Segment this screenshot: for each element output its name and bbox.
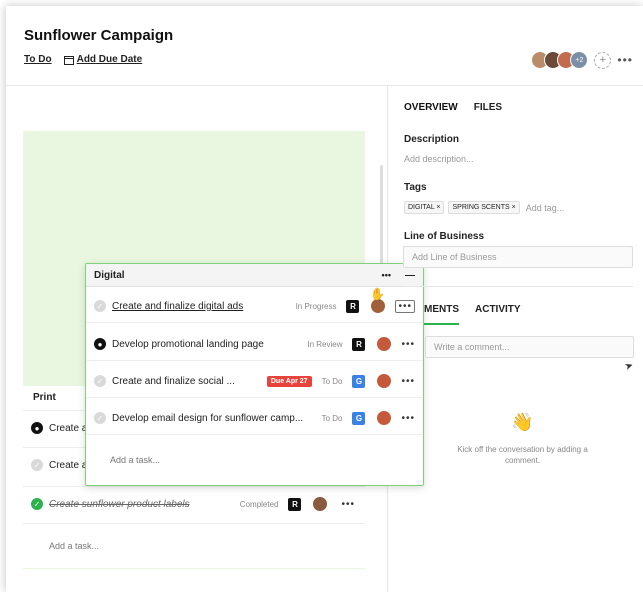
waving-hand-icon: 👋: [511, 412, 534, 432]
add-tag-input[interactable]: Add tag...: [526, 203, 565, 213]
status-text: To Do: [321, 376, 343, 386]
status-text: In Review: [307, 339, 343, 349]
extra-members-badge: +2: [570, 51, 589, 69]
description-label: Description: [404, 134, 460, 145]
row-more-button[interactable]: •••: [395, 299, 415, 313]
task-label: Create a: [49, 422, 88, 434]
description-input[interactable]: Add description...: [404, 154, 474, 164]
avatar: [313, 497, 328, 511]
task-label: Create and finalize social ...: [112, 375, 235, 387]
tag-spring-scents[interactable]: SPRING SCENTS ×: [448, 201, 520, 214]
add-member-button[interactable]: +: [594, 51, 612, 69]
status-text: Completed: [239, 499, 279, 509]
check-icon[interactable]: ✓: [31, 498, 43, 510]
check-icon[interactable]: ✓: [94, 412, 106, 424]
app-icon: G: [352, 374, 366, 388]
table-row[interactable]: ✓ Create sunflower product labels Comple…: [23, 486, 365, 521]
tab-overview[interactable]: OVERVIEW: [404, 102, 458, 113]
member-avatars[interactable]: +2: [531, 51, 589, 69]
column-more-button[interactable]: •••: [382, 270, 391, 280]
check-icon[interactable]: ✓: [94, 375, 106, 387]
task-label: Develop email design for sunflower camp.…: [112, 412, 304, 424]
table-row[interactable]: ✓ Create and finalize social ... Due Apr…: [86, 365, 423, 398]
avatar: [377, 411, 392, 425]
add-task-row[interactable]: Add a task...: [23, 523, 365, 568]
add-task-input[interactable]: Add a task...: [49, 541, 99, 551]
more-options-button[interactable]: •••: [617, 53, 633, 67]
lob-label: Line of Business: [404, 231, 485, 242]
header-divider: [6, 85, 643, 86]
row-more-button[interactable]: •••: [341, 499, 355, 510]
minimize-button[interactable]: —: [405, 270, 415, 281]
avatar: [377, 337, 392, 351]
avatar: [377, 374, 392, 388]
table-row[interactable]: ✓ Develop email design for sunflower cam…: [86, 402, 423, 435]
task-label: Develop promotional landing page: [112, 338, 264, 350]
row-more-button[interactable]: •••: [401, 413, 415, 424]
avatar: [371, 299, 386, 313]
status-link[interactable]: To Do: [24, 54, 52, 65]
app-icon: R: [352, 337, 366, 351]
tag-digital[interactable]: DIGITAL ×: [404, 201, 445, 214]
add-task-row[interactable]: Add a task...: [86, 440, 423, 480]
status-text: To Do: [321, 413, 343, 423]
tab-activity[interactable]: ACTIVITY: [475, 304, 521, 325]
tab-comments[interactable]: MENTS: [424, 304, 459, 325]
due-date-label: Add Due Date: [76, 54, 143, 65]
add-task-input[interactable]: Add a task...: [110, 455, 160, 465]
table-row[interactable]: ● Develop promotional landing page In Re…: [86, 328, 423, 361]
task-label[interactable]: Create and finalize digital ads: [112, 301, 296, 312]
column-title: Digital: [94, 269, 125, 281]
column-title: Print: [33, 392, 56, 403]
lob-input[interactable]: Add Line of Business: [403, 246, 633, 268]
comment-tabs: MENTS ACTIVITY: [424, 304, 521, 325]
comment-input[interactable]: Write a comment...: [425, 336, 634, 358]
panel-tabs: OVERVIEW FILES: [404, 102, 502, 113]
header-actions: +2 + •••: [531, 51, 633, 69]
app-icon: G: [352, 411, 366, 425]
check-icon[interactable]: ✓: [31, 459, 43, 471]
lock-icon[interactable]: ●: [31, 422, 43, 434]
panel-divider-line: [403, 286, 633, 287]
empty-comments-text: Kick off the conversation by adding a co…: [457, 445, 588, 465]
due-date-button[interactable]: Add Due Date: [63, 54, 143, 65]
check-icon[interactable]: ✓: [94, 300, 106, 312]
tab-files[interactable]: FILES: [474, 102, 502, 113]
hand-cursor-icon: ✋: [370, 287, 385, 301]
task-label: Create a: [49, 459, 88, 471]
task-meta: To Do Add Due Date: [24, 54, 142, 65]
tags-list: DIGITAL × SPRING SCENTS × Add tag...: [404, 201, 564, 214]
app-icon: R: [288, 497, 302, 511]
tags-label: Tags: [404, 182, 427, 193]
row-more-button[interactable]: •••: [401, 339, 415, 350]
row-more-button[interactable]: •••: [401, 376, 415, 387]
calendar-icon: [63, 55, 74, 65]
column-header: Digital ••• —: [86, 264, 423, 287]
due-badge: Due Apr 27: [266, 375, 312, 387]
lock-icon[interactable]: ●: [94, 338, 106, 350]
task-label: Create sunflower product labels: [49, 498, 190, 510]
page-title: Sunflower Campaign: [24, 27, 174, 44]
status-text: In Progress: [295, 301, 337, 311]
app-icon: R: [346, 299, 360, 313]
